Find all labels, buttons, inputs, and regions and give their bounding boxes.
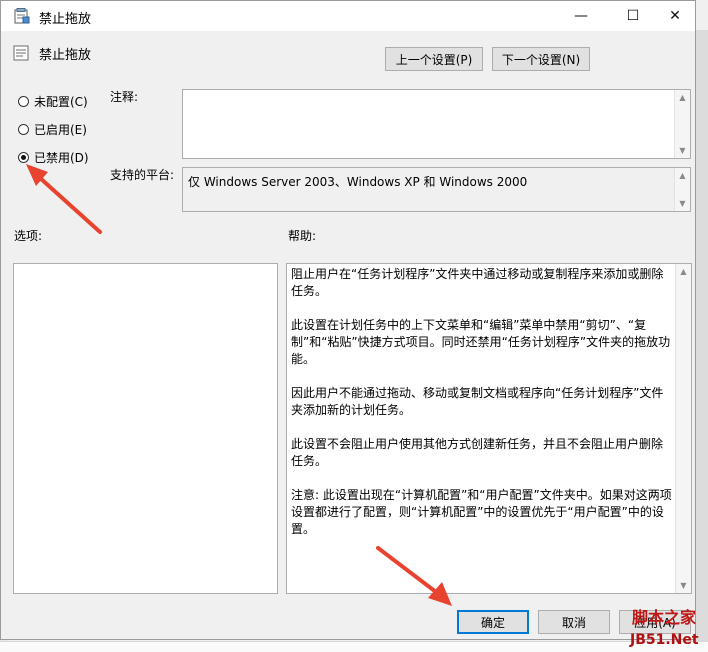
comment-textarea[interactable]: ▲ ▼ bbox=[182, 89, 691, 159]
watermark-line1: 脚本之家 bbox=[632, 608, 697, 627]
policy-dialog: 禁止拖放 — ☐ ✕ 禁止拖放 上一个设置(P) 下一个设置(N) 未配置(C)… bbox=[0, 0, 696, 640]
minimize-button[interactable]: — bbox=[559, 1, 603, 31]
radio-label: 已禁用(D) bbox=[34, 151, 89, 165]
supported-platform-field: 仅 Windows Server 2003、Windows XP 和 Windo… bbox=[182, 167, 691, 212]
window-title: 禁止拖放 bbox=[39, 12, 92, 27]
policy-name: 禁止拖放 bbox=[39, 48, 92, 63]
scroll-down-icon[interactable]: ▼ bbox=[676, 578, 691, 593]
options-panel bbox=[13, 263, 278, 594]
radio-circle-selected[interactable] bbox=[18, 152, 29, 163]
radio-enabled[interactable]: 已启用(E) bbox=[18, 121, 87, 138]
radio-circle[interactable] bbox=[18, 124, 29, 135]
supported-platform-value: 仅 Windows Server 2003、Windows XP 和 Windo… bbox=[188, 175, 528, 189]
platform-scrollbar[interactable]: ▲ ▼ bbox=[674, 168, 690, 211]
help-label: 帮助: bbox=[288, 229, 317, 243]
previous-setting-button[interactable]: 上一个设置(P) bbox=[385, 47, 483, 71]
radio-not-configured[interactable]: 未配置(C) bbox=[18, 93, 88, 110]
scroll-down-icon[interactable]: ▼ bbox=[675, 196, 690, 211]
maximize-button[interactable]: ☐ bbox=[611, 1, 655, 31]
help-scrollbar[interactable]: ▲ ▼ bbox=[675, 264, 691, 593]
comment-scrollbar[interactable]: ▲ ▼ bbox=[674, 90, 690, 158]
scroll-up-icon[interactable]: ▲ bbox=[676, 264, 691, 279]
title-bar: 禁止拖放 — ☐ ✕ bbox=[1, 1, 695, 31]
policy-settings-icon bbox=[14, 8, 30, 24]
help-paragraph: 注意: 此设置出现在“计算机配置”和“用户配置”文件夹中。如果对这两项设置都进行… bbox=[291, 488, 672, 536]
scroll-up-icon[interactable]: ▲ bbox=[675, 168, 690, 183]
watermark: 脚本之家 JB51.Net bbox=[622, 604, 708, 652]
cancel-button[interactable]: 取消 bbox=[538, 610, 610, 634]
next-setting-button[interactable]: 下一个设置(N) bbox=[492, 47, 590, 71]
options-label: 选项: bbox=[14, 229, 43, 243]
help-paragraph: 此设置在计划任务中的上下文菜单和“编辑”菜单中禁用“剪切”、“复制”和“粘贴”快… bbox=[291, 318, 671, 366]
close-button[interactable]: ✕ bbox=[653, 1, 697, 31]
supported-platform-label: 支持的平台: bbox=[110, 168, 175, 182]
scroll-up-icon[interactable]: ▲ bbox=[675, 90, 690, 105]
help-paragraph: 此设置不会阻止用户使用其他方式创建新任务，并且不会阻止用户删除任务。 bbox=[291, 437, 664, 468]
background-window-edge-bottom bbox=[0, 641, 708, 652]
radio-circle[interactable] bbox=[18, 96, 29, 107]
watermark-line2: JB51.Net bbox=[630, 632, 699, 648]
help-text: 阻止用户在“任务计划程序”文件夹中通过移动或复制程序来添加或删除任务。 此设置在… bbox=[291, 266, 673, 555]
radio-label: 未配置(C) bbox=[34, 95, 88, 109]
scroll-down-icon[interactable]: ▼ bbox=[675, 143, 690, 158]
help-panel[interactable]: 阻止用户在“任务计划程序”文件夹中通过移动或复制程序来添加或删除任务。 此设置在… bbox=[286, 263, 692, 594]
comment-label: 注释: bbox=[110, 90, 139, 104]
help-paragraph: 因此用户不能通过拖动、移动或复制文档或程序向“任务计划程序”文件夹添加新的计划任… bbox=[291, 386, 664, 417]
ok-button[interactable]: 确定 bbox=[457, 610, 529, 634]
radio-disabled[interactable]: 已禁用(D) bbox=[18, 149, 89, 166]
radio-label: 已启用(E) bbox=[34, 123, 87, 137]
policy-icon bbox=[13, 45, 29, 61]
help-paragraph: 阻止用户在“任务计划程序”文件夹中通过移动或复制程序来添加或删除任务。 bbox=[291, 267, 664, 298]
